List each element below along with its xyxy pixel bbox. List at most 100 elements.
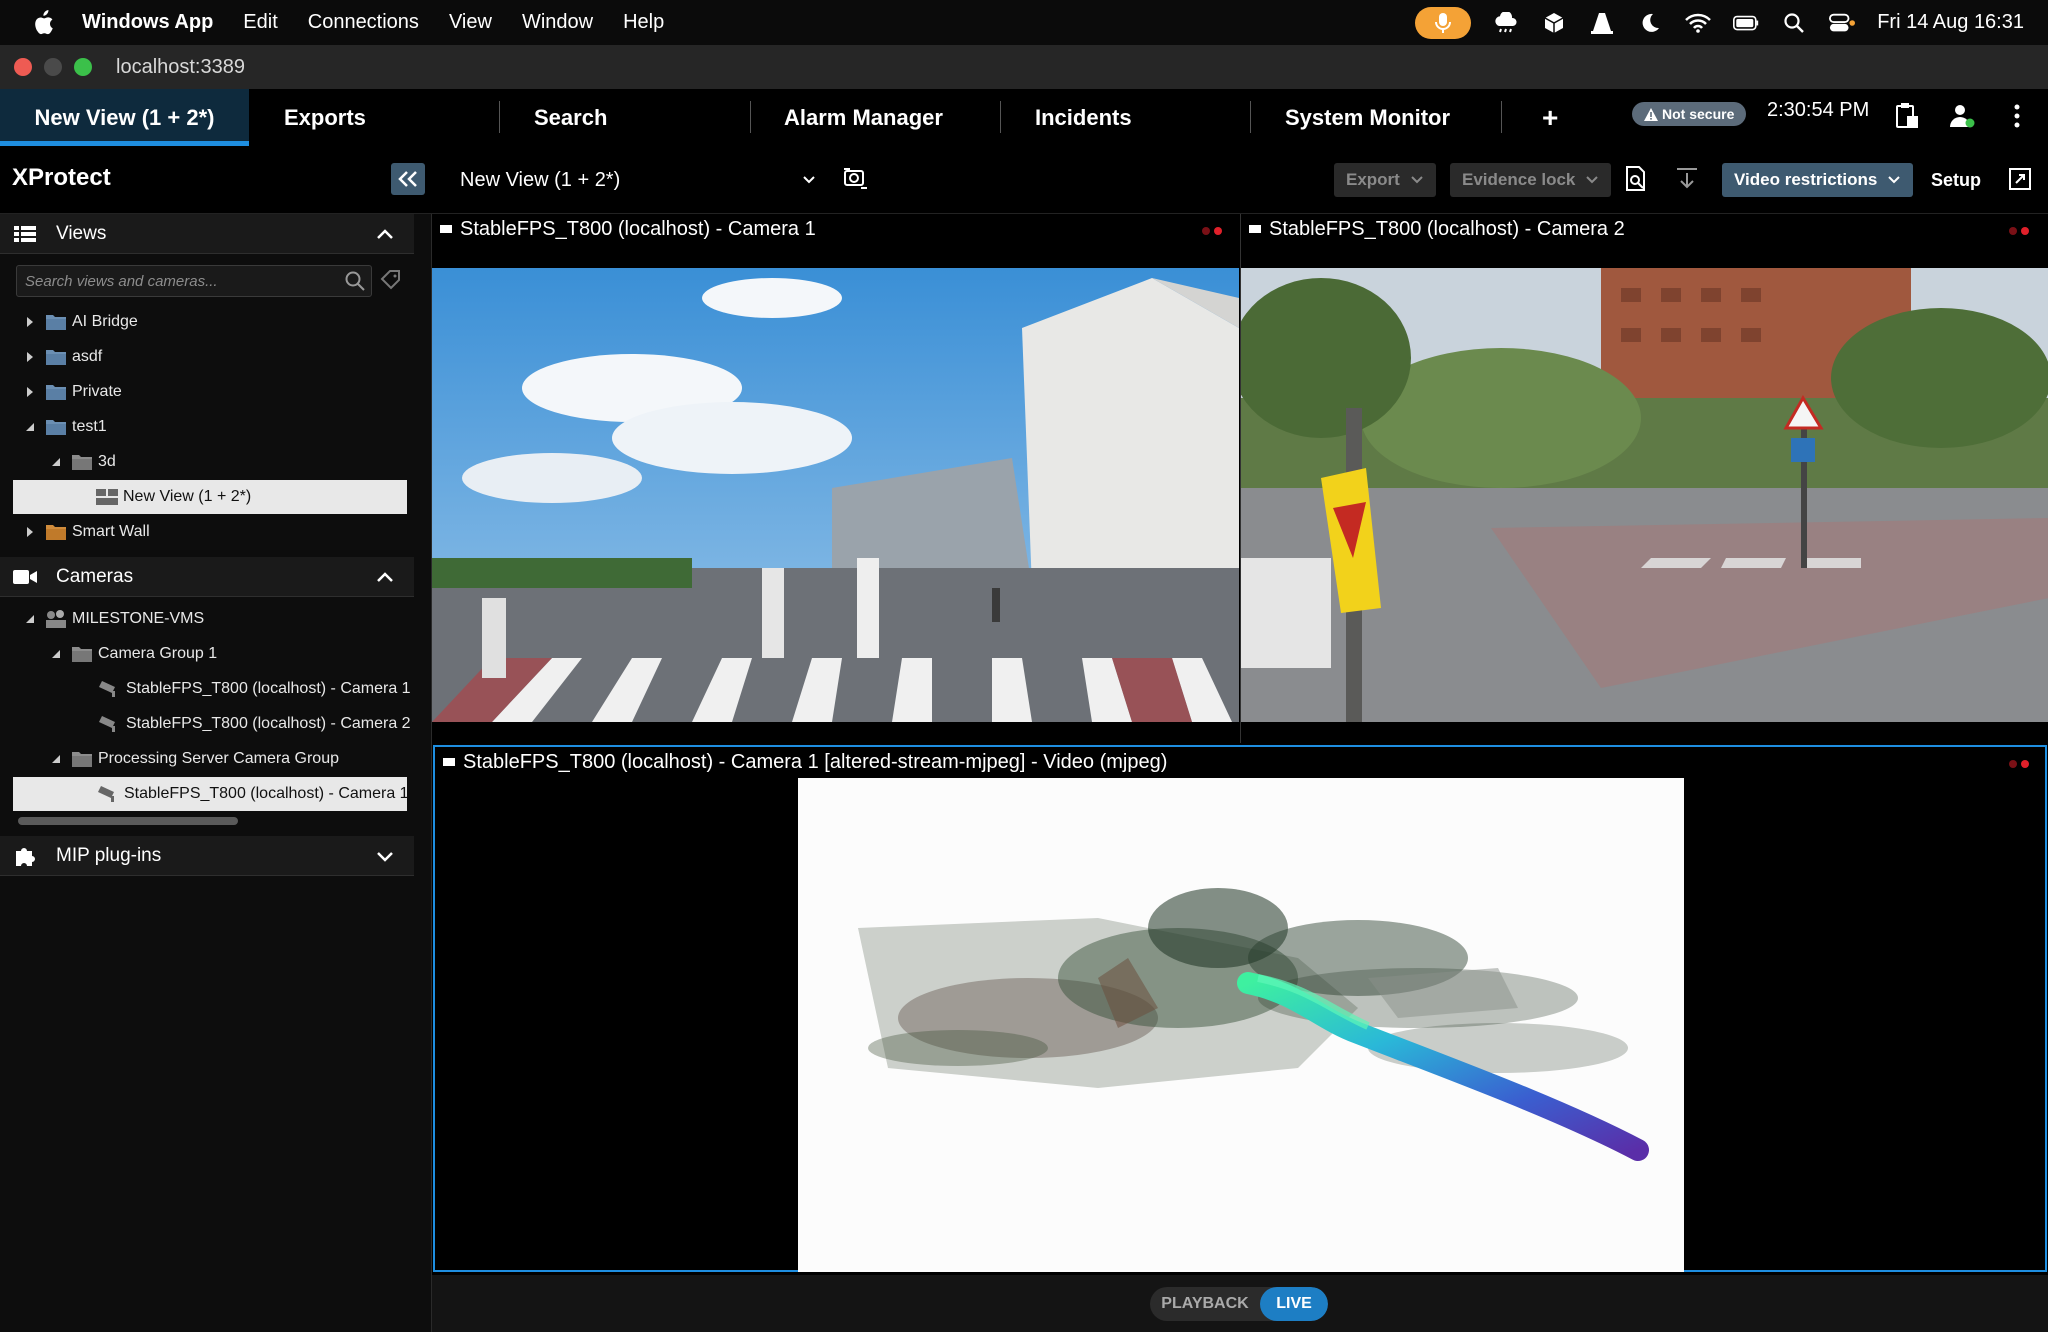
expand-arrow-icon[interactable] (22, 384, 38, 400)
add-tab-button[interactable]: + (1542, 89, 1558, 146)
add-tab-label: + (1542, 101, 1559, 133)
camera-flag-icon (440, 224, 452, 233)
tab-alarm-manager[interactable]: Alarm Manager (784, 89, 943, 146)
tree-folder-test1[interactable]: test1 (22, 410, 107, 444)
clipboard-icon[interactable] (1892, 101, 1922, 131)
tree-folder-asdf[interactable]: asdf (22, 340, 102, 374)
collapse-sidebar-button[interactable] (391, 163, 425, 195)
more-options-icon[interactable] (2002, 101, 2032, 131)
mip-plugins-section-header[interactable]: MIP plug-ins (0, 836, 414, 876)
views-section-header[interactable]: Views (0, 214, 414, 254)
search-icon[interactable] (344, 270, 366, 292)
tab-incidents[interactable]: Incidents (1035, 89, 1132, 146)
window-title: localhost:3389 (116, 55, 245, 78)
camera-1-title: StableFPS_T800 (localhost) - Camera 1 (460, 218, 816, 240)
grid-list-icon (12, 223, 38, 245)
cone-icon[interactable] (1589, 10, 1615, 36)
wifi-icon[interactable] (1685, 10, 1712, 36)
battery-icon[interactable] (1733, 10, 1759, 36)
setup-button[interactable]: Setup (1931, 170, 1981, 191)
camera-pane-2[interactable]: StableFPS_T800 (localhost) - Camera 2 (1240, 214, 2048, 743)
expand-arrow-icon[interactable] (22, 349, 38, 365)
tree-server-milestone-vms[interactable]: MILESTONE-VMS (22, 602, 204, 636)
minimize-window-button[interactable] (44, 58, 62, 76)
camera-settings-icon[interactable] (840, 164, 870, 194)
user-status-icon[interactable] (1947, 101, 1977, 131)
folder-icon (44, 382, 68, 402)
tree-view-new-view[interactable]: New View (1 + 2*) (13, 480, 407, 514)
live-mode-button[interactable]: LIVE (1260, 1287, 1328, 1321)
tree-label: test1 (72, 418, 107, 435)
menubar-clock[interactable]: Fri 14 Aug 16:31 (1877, 11, 2024, 34)
search-document-icon[interactable] (1621, 164, 1651, 194)
fullscreen-window-button[interactable] (74, 58, 92, 76)
filter-down-icon[interactable] (1672, 164, 1702, 194)
tree-camera-2[interactable]: StableFPS_T800 (localhost) - Camera 2 (98, 707, 411, 741)
weather-icon[interactable] (1493, 10, 1519, 36)
video-restrictions-button[interactable]: Video restrictions (1722, 163, 1914, 197)
chevron-down-icon[interactable] (800, 170, 818, 188)
not-secure-badge[interactable]: Not secure (1632, 102, 1747, 126)
tree-folder-smart-wall[interactable]: Smart Wall (22, 515, 150, 549)
camera-1-video-feed[interactable] (432, 268, 1239, 722)
tab-exports[interactable]: Exports (284, 89, 366, 146)
tree-folder-camera-group-1[interactable]: Camera Group 1 (48, 637, 217, 671)
control-center-icon[interactable] (1829, 10, 1856, 36)
box-icon[interactable] (1541, 10, 1567, 36)
apple-icon[interactable] (26, 8, 60, 38)
expand-arrow-icon[interactable] (22, 314, 38, 330)
spotlight-search-icon[interactable] (1781, 10, 1807, 36)
evidence-lock-button[interactable]: Evidence lock (1450, 163, 1612, 197)
microphone-icon[interactable] (1415, 6, 1472, 39)
tab-label: Incidents (1035, 104, 1132, 130)
collapse-arrow-icon[interactable] (22, 419, 38, 435)
chevron-down-icon[interactable] (374, 845, 396, 867)
tree-folder-processing-server[interactable]: Processing Server Camera Group (48, 742, 339, 776)
tree-folder-private[interactable]: Private (22, 375, 122, 409)
tab-new-view[interactable]: New View (1 + 2*) (0, 89, 249, 146)
tag-filter-icon[interactable] (380, 270, 402, 292)
tree-label: Smart Wall (72, 523, 150, 540)
mip-header-label: MIP plug-ins (56, 844, 162, 866)
evidence-lock-label: Evidence lock (1462, 170, 1576, 189)
collapse-arrow-icon[interactable] (48, 454, 64, 470)
tree-camera-processed[interactable]: StableFPS_T800 (localhost) - Camera 1 (13, 777, 407, 811)
collapse-arrow-icon[interactable] (48, 646, 64, 662)
tab-system-monitor[interactable]: System Monitor (1285, 89, 1450, 146)
tree-label: MILESTONE-VMS (72, 610, 205, 627)
recording-indicator (2009, 224, 2033, 238)
menu-connections[interactable]: Connections (308, 11, 419, 34)
camera-2-video-feed[interactable] (1241, 268, 2048, 722)
menu-app-name[interactable]: Windows App (82, 11, 213, 34)
collapse-arrow-icon[interactable] (22, 611, 38, 627)
chevron-up-icon[interactable] (374, 223, 396, 245)
export-button[interactable]: Export (1334, 163, 1436, 197)
maximize-icon[interactable] (2005, 164, 2035, 194)
tree-label: New View (1 + 2*) (123, 488, 252, 505)
chevron-up-icon[interactable] (374, 566, 396, 588)
tab-search[interactable]: Search (534, 89, 607, 146)
menu-view[interactable]: View (449, 11, 492, 34)
tree-folder-ai-bridge[interactable]: AI Bridge (22, 305, 138, 339)
camera-pane-3-selected[interactable]: StableFPS_T800 (localhost) - Camera 1 [a… (433, 745, 2047, 1272)
tree-label: StableFPS_T800 (localhost) - Camera 2 (126, 715, 411, 732)
point-cloud-3d-reconstruction[interactable] (798, 778, 1684, 1272)
playback-mode-button[interactable]: PLAYBACK (1150, 1287, 1260, 1321)
moon-icon[interactable] (1637, 10, 1663, 36)
views-search-input[interactable] (16, 265, 372, 297)
expand-arrow-icon[interactable] (22, 524, 38, 540)
tree-folder-3d[interactable]: 3d (48, 445, 116, 479)
current-view-name[interactable]: New View (1 + 2*) (460, 169, 620, 192)
tree-horizontal-scrollbar[interactable] (18, 817, 238, 825)
menu-edit[interactable]: Edit (243, 11, 277, 34)
tree-camera-1[interactable]: StableFPS_T800 (localhost) - Camera 1 (98, 672, 411, 706)
camera-pane-1[interactable]: StableFPS_T800 (localhost) - Camera 1 (432, 214, 1239, 743)
collapse-arrow-icon[interactable] (48, 751, 64, 767)
menu-help[interactable]: Help (623, 11, 664, 34)
macos-menu-bar: Windows App Edit Connections View Window… (0, 0, 2048, 45)
playback-live-toggle[interactable]: PLAYBACK LIVE (1150, 1287, 1328, 1321)
cameras-section-header[interactable]: Cameras (0, 557, 414, 597)
menu-window[interactable]: Window (522, 11, 593, 34)
close-window-button[interactable] (14, 58, 32, 76)
main-tab-bar: New View (1 + 2*) Exports Search Alarm M… (0, 89, 2048, 146)
